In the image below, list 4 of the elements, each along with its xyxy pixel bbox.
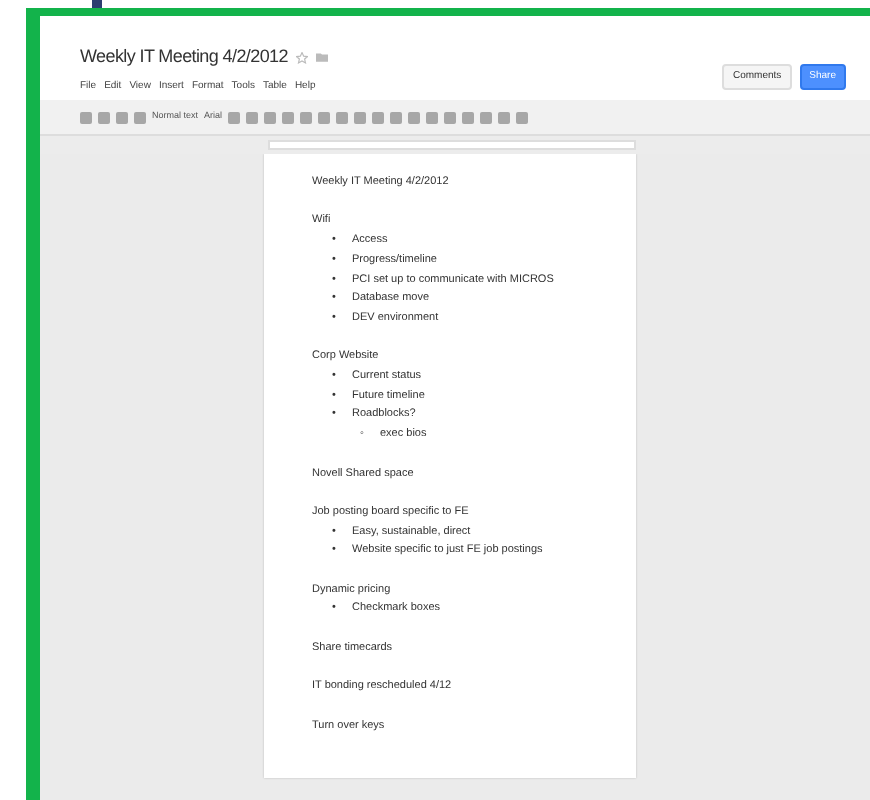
star-icon[interactable] (295, 51, 308, 64)
folder-icon[interactable] (315, 52, 328, 63)
ruler[interactable] (268, 140, 636, 150)
document-title[interactable]: Weekly IT Meeting 4/2/2012 (80, 44, 288, 71)
